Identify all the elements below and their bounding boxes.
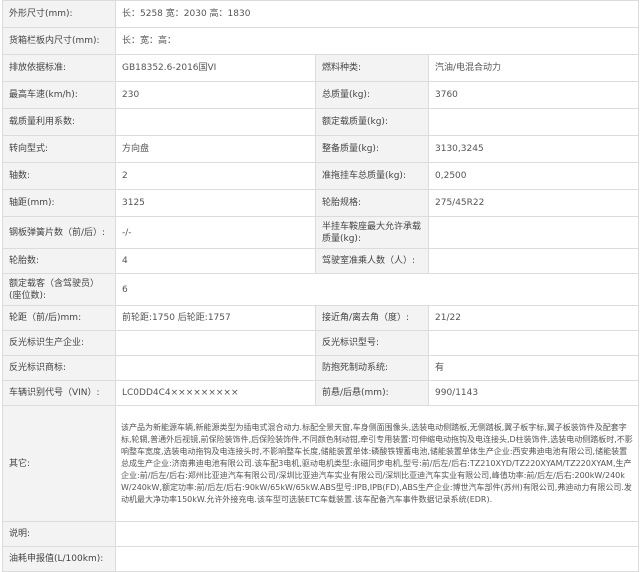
reflector-brand-value xyxy=(115,355,316,381)
spec-row-reflector-brand: 反光标识商标: 防抱死制动系统: 有 xyxy=(2,355,640,381)
spec-row-speed: 最高车速(km/h): 230 总质量(kg): 3760 xyxy=(2,81,640,109)
abs-value: 有 xyxy=(427,355,640,381)
tire-spec-value: 275/45R22 xyxy=(427,189,640,217)
tire-count-label: 轮胎数: xyxy=(2,248,116,274)
total-mass-value: 3760 xyxy=(427,81,640,109)
note-value xyxy=(114,521,640,547)
passenger-capacity-value: 6 xyxy=(114,273,640,306)
spec-row-axles: 轴数: 2 准拖挂车总质量(kg): 0,2500 xyxy=(2,162,640,190)
fuel-type-value: 汽油/电混合动力 xyxy=(427,54,640,82)
spec-row-note: 说明: xyxy=(2,521,640,547)
spec-row-track: 轮距（前/后)mm: 前轮距:1750 后轮距:1757 接近角/离去角（度）:… xyxy=(2,305,640,331)
steering-type-value: 方向盘 xyxy=(115,135,316,163)
cargo-box-label: 货箱栏板内尺寸(mm): xyxy=(2,27,116,55)
overhang-label: 前悬/后悬(mm): xyxy=(315,380,429,406)
fuel-report-value xyxy=(114,546,640,572)
passenger-capacity-label: 额定载客（含驾驶员）(座位数): xyxy=(2,273,116,306)
trailer-mass-value: 0,2500 xyxy=(427,162,640,190)
fuel-report-label: 油耗申报值(L/100km): xyxy=(2,546,116,572)
spec-row-cargo: 货箱栏板内尺寸(mm): 长：宽：高： xyxy=(2,27,640,55)
curb-mass-value: 3130,3245 xyxy=(427,135,640,163)
spec-row-tire-count: 轮胎数: 4 驾驶室准乘人数（人）: xyxy=(2,248,640,274)
saddle-load-value xyxy=(427,216,640,249)
rated-load-label: 额定载质量(kg): xyxy=(315,108,429,136)
axle-count-value: 2 xyxy=(115,162,316,190)
vin-label: 车辆识别代号（VIN）: xyxy=(2,380,116,406)
spec-row-payload: 载质量利用系数: 额定载质量(kg): xyxy=(2,108,640,136)
spec-row-emission: 排放依据标准: GB18352.6-2016国VI 燃料种类: 汽油/电混合动力 xyxy=(2,54,640,82)
abs-label: 防抱死制动系统: xyxy=(315,355,429,381)
tire-count-value: 4 xyxy=(115,248,316,274)
total-mass-label: 总质量(kg): xyxy=(315,81,429,109)
approach-angle-label: 接近角/离去角（度）: xyxy=(315,305,429,331)
dimensions-label: 外形尺寸(mm): xyxy=(2,0,116,28)
spec-row-passengers: 额定载客（含驾驶员）(座位数): 6 xyxy=(2,273,640,306)
cab-capacity-label: 驾驶室准乘人数（人）: xyxy=(315,248,429,274)
trailer-mass-label: 准拖挂车总质量(kg): xyxy=(315,162,429,190)
cab-capacity-value xyxy=(427,248,640,274)
spec-row-fuel-report: 油耗申报值(L/100km): xyxy=(2,546,640,572)
vehicle-spec-table: 外形尺寸(mm): 长：5258 宽：2030 高：1830 货箱栏板内尺寸(m… xyxy=(2,0,640,572)
note-label: 说明: xyxy=(2,521,116,547)
spec-row-steering: 转向型式: 方向盘 整备质量(kg): 3130,3245 xyxy=(2,135,640,163)
reflector-model-label: 反光标识型号: xyxy=(315,330,429,356)
other-label: 其它: xyxy=(2,405,116,522)
vin-value: LC0DD4C4××××××××× xyxy=(115,380,316,406)
payload-utilization-value xyxy=(115,108,316,136)
payload-utilization-label: 载质量利用系数: xyxy=(2,108,116,136)
wheelbase-label: 轴距(mm): xyxy=(2,189,116,217)
track-width-value: 前轮距:1750 后轮距:1757 xyxy=(115,305,316,331)
rated-load-value xyxy=(427,108,640,136)
axle-count-label: 轴数: xyxy=(2,162,116,190)
leaf-spring-value: -/- xyxy=(115,216,316,249)
steering-type-label: 转向型式: xyxy=(2,135,116,163)
saddle-load-label: 半挂车鞍座最大允许承载质量(kg): xyxy=(315,216,429,249)
other-description: 该产品为新能源车辆,新能源类型为插电式混合动力.标配全景天窗,车身侧面围像头,选… xyxy=(114,405,640,522)
emission-standard-value: GB18352.6-2016国VI xyxy=(115,54,316,82)
curb-mass-label: 整备质量(kg): xyxy=(315,135,429,163)
spec-row-dimensions: 外形尺寸(mm): 长：5258 宽：2030 高：1830 xyxy=(2,0,640,28)
spec-row-leaf-spring: 钢板弹簧片数（前/后）: -/- 半挂车鞍座最大允许承载质量(kg): xyxy=(2,216,640,249)
dimensions-value: 长：5258 宽：2030 高：1830 xyxy=(114,0,640,28)
cargo-box-value: 长：宽：高： xyxy=(114,27,640,55)
emission-standard-label: 排放依据标准: xyxy=(2,54,116,82)
spec-row-vin: 车辆识别代号（VIN）: LC0DD4C4××××××××× 前悬/后悬(mm)… xyxy=(2,380,640,406)
approach-angle-value: 21/22 xyxy=(427,305,640,331)
reflector-brand-label: 反光标识商标: xyxy=(2,355,116,381)
reflector-maker-value xyxy=(115,330,316,356)
leaf-spring-label: 钢板弹簧片数（前/后）: xyxy=(2,216,116,249)
fuel-type-label: 燃料种类: xyxy=(315,54,429,82)
track-width-label: 轮距（前/后)mm: xyxy=(2,305,116,331)
max-speed-value: 230 xyxy=(115,81,316,109)
overhang-value: 990/1143 xyxy=(427,380,640,406)
wheelbase-value: 3125 xyxy=(115,189,316,217)
reflector-maker-label: 反光标识生产企业: xyxy=(2,330,116,356)
spec-row-wheelbase: 轴距(mm): 3125 轮胎规格: 275/45R22 xyxy=(2,189,640,217)
spec-row-reflector: 反光标识生产企业: 反光标识型号: xyxy=(2,330,640,356)
max-speed-label: 最高车速(km/h): xyxy=(2,81,116,109)
reflector-model-value xyxy=(427,330,640,356)
tire-spec-label: 轮胎规格: xyxy=(315,189,429,217)
spec-row-other: 其它: 该产品为新能源车辆,新能源类型为插电式混合动力.标配全景天窗,车身侧面围… xyxy=(2,405,640,522)
